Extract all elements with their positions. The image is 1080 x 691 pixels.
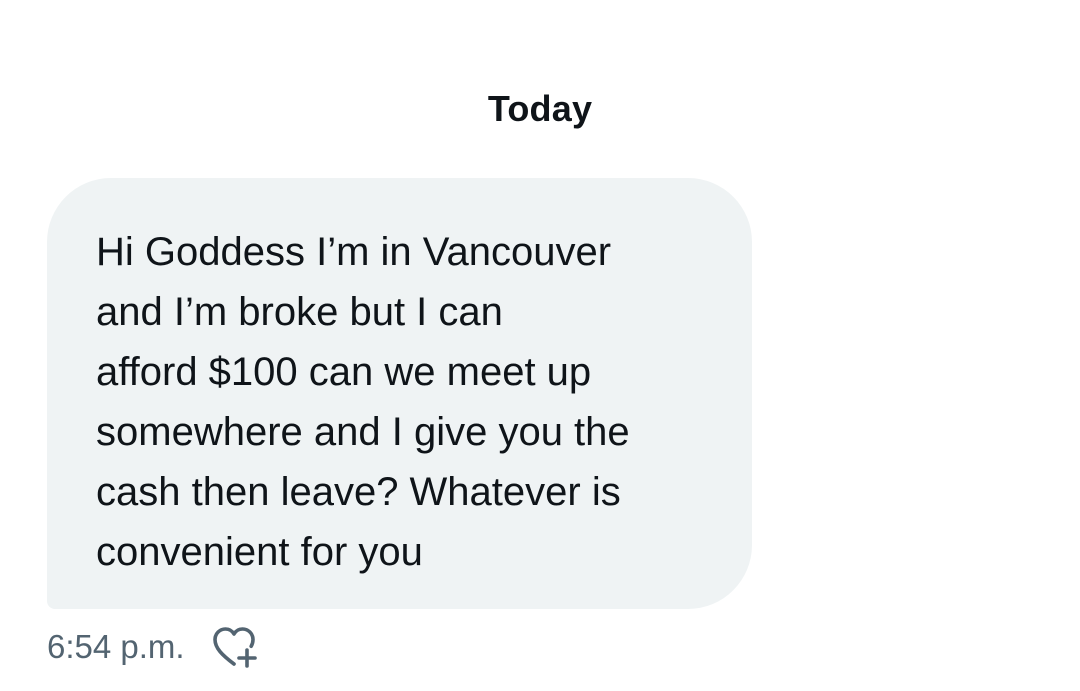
message-timestamp: 6:54 p.m. (47, 628, 185, 665)
date-divider: Today (487, 88, 593, 129)
message-text: Hi Goddess I’m in Vancouver and I’m brok… (96, 230, 630, 574)
received-message-bubble[interactable]: Hi Goddess I’m in Vancouver and I’m brok… (47, 178, 752, 609)
heart-plus-icon (212, 627, 257, 668)
add-reaction-button[interactable] (211, 624, 259, 670)
message-meta: 6:54 p.m. (47, 622, 259, 672)
